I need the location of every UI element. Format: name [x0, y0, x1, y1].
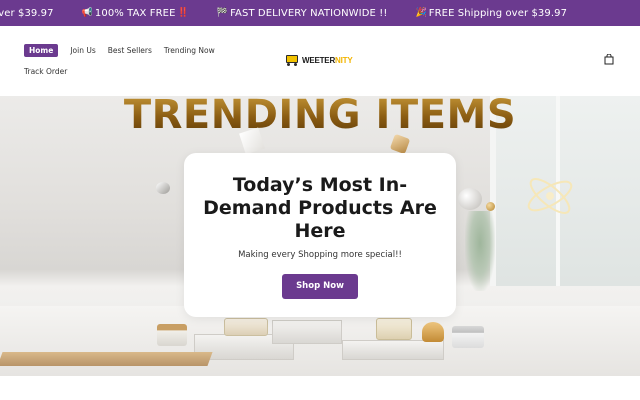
nav-track-order-link[interactable]: Track Order	[24, 67, 67, 76]
announcement-text: over $39.97	[0, 7, 54, 19]
page-bottom	[0, 376, 640, 400]
gold-bottle	[422, 322, 444, 342]
cream-jar	[157, 324, 187, 346]
announcement-text: 100% TAX FREE	[94, 7, 176, 19]
nav-row: Home Join Us Best Sellers Trending Now	[24, 43, 254, 57]
floating-stone	[156, 182, 170, 194]
announcement-item: 🏁 FAST DELIVERY NATIONWIDE !!	[217, 8, 388, 19]
site-logo[interactable]: WEETERNITY	[284, 53, 353, 67]
logo-text-part1: WEETER	[302, 55, 336, 65]
gold-tray	[0, 352, 213, 366]
hero-banner: TRENDING ITEMS Today’s Most In- Demand P…	[0, 96, 640, 376]
main-nav: Home Join Us Best Sellers Trending Now T…	[24, 43, 254, 78]
nav-join-us-link[interactable]: Join Us	[70, 46, 95, 55]
announcement-track: over $39.97 📢 100% TAX FREE ‼️ 🏁 FAST DE…	[0, 0, 595, 26]
hero-card-title: Today’s Most In- Demand Products Are Her…	[184, 174, 456, 243]
cream-jar	[452, 326, 484, 348]
megaphone-icon: 📢	[81, 8, 93, 18]
hero-card-title-line: Here	[294, 220, 346, 242]
nav-row: Track Order	[24, 64, 254, 78]
hero-heading: TRENDING ITEMS	[0, 96, 640, 138]
announcement-text: FAST DELIVERY NATIONWIDE !!	[230, 7, 388, 19]
hero-card-title-line: Today’s Most In-	[232, 174, 408, 196]
announcement-item: over $39.97	[0, 8, 54, 19]
hero-card-title-line: Demand Products Are	[203, 197, 437, 219]
nav-best-sellers-link[interactable]: Best Sellers	[108, 46, 152, 55]
pedestal	[272, 320, 342, 344]
nav-home-link[interactable]: Home	[24, 43, 59, 57]
hero-card-subtitle: Making every Shopping more special!!	[238, 250, 402, 260]
hero-card: Today’s Most In- Demand Products Are Her…	[184, 153, 456, 317]
floating-stone	[458, 188, 482, 210]
shopping-cart-icon	[284, 53, 300, 67]
checkered-flag-icon: 🏁	[216, 8, 229, 18]
shopping-bag-icon[interactable]	[604, 54, 614, 65]
perfume-bottle	[376, 318, 412, 340]
announcement-text: FREE Shipping over $39.97	[428, 7, 568, 19]
shop-now-button[interactable]: Shop Now	[282, 274, 358, 299]
orbit-decoration-icon	[527, 178, 573, 214]
party-popper-icon: 🎉	[415, 8, 427, 18]
site-header: Home Join Us Best Sellers Trending Now T…	[0, 26, 640, 96]
logo-text: WEETERNITY	[302, 55, 353, 65]
announcement-bar: over $39.97 📢 100% TAX FREE ‼️ 🏁 FAST DE…	[0, 0, 640, 26]
logo-text-part2: NITY	[335, 55, 353, 65]
perfume-bottle	[224, 318, 268, 336]
pedestal	[342, 340, 444, 360]
hero-plant	[465, 211, 495, 291]
floating-bead	[486, 202, 495, 211]
nav-trending-now-link[interactable]: Trending Now	[164, 46, 215, 55]
announcement-item: 📢 100% TAX FREE ‼️	[82, 8, 189, 19]
announcement-item: 🎉 FREE Shipping over $39.97	[415, 8, 567, 19]
double-exclamation-icon: ‼️	[177, 8, 189, 18]
